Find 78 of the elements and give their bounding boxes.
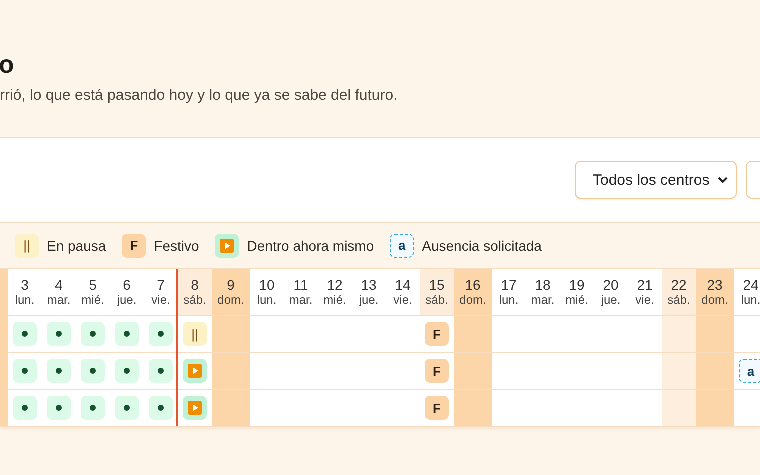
weekday-label: mar.: [531, 293, 555, 307]
day-number: 3: [21, 277, 29, 293]
holiday-badge: F: [425, 359, 449, 383]
dot-icon: [56, 405, 62, 411]
weekday-label: dom.: [218, 293, 244, 307]
dot-icon: [124, 368, 130, 374]
dot-icon: [158, 405, 164, 411]
day-number: 7: [157, 277, 165, 293]
weekday-label: vie.: [636, 293, 654, 307]
weekday-label: mié.: [566, 293, 588, 307]
dot-icon: [90, 331, 96, 337]
day-number: 19: [569, 277, 585, 293]
day-number: 20: [603, 277, 619, 293]
holiday-badge: F: [425, 396, 449, 420]
day-number: 9: [227, 277, 235, 293]
day-number: 16: [465, 277, 481, 293]
pause-badge: ||: [15, 234, 39, 258]
day-number: 11: [294, 277, 308, 293]
dot-icon: [22, 368, 28, 374]
play-icon: [220, 238, 234, 252]
day-number: 13: [361, 277, 377, 293]
absence-badge: a: [390, 234, 414, 258]
dot-icon: [22, 405, 28, 411]
dot-icon: [158, 368, 164, 374]
legend-label: Ausencia solicitada: [422, 238, 542, 254]
day-number: 18: [535, 277, 551, 293]
weekday-label: lun.: [15, 293, 35, 307]
day-number: 24: [743, 277, 759, 293]
pause-badge: ||: [183, 322, 207, 346]
dot-icon: [90, 405, 96, 411]
play-icon: [188, 364, 202, 378]
holiday-badge: F: [425, 322, 449, 346]
weekday-label: dom.: [460, 293, 486, 307]
legend-label: Festivo: [154, 238, 200, 254]
day-number: 14: [395, 277, 411, 293]
day-number: 17: [501, 277, 517, 293]
day-number: 23: [707, 277, 723, 293]
day-number: 6: [123, 277, 131, 293]
legend-label: Dentro ahora mismo: [247, 238, 374, 254]
weekday-label: mar.: [47, 293, 71, 307]
day-number: 10: [259, 277, 275, 293]
holiday-badge: F: [122, 234, 146, 258]
day-number: 22: [671, 277, 687, 293]
legend-label: En pausa: [47, 238, 106, 254]
dot-icon: [158, 331, 164, 337]
weekday-label: jue.: [359, 293, 379, 307]
dot-icon: [56, 331, 62, 337]
weekday-label: jue.: [601, 293, 621, 307]
weekday-label: vie.: [152, 293, 170, 307]
weekday-label: dom.: [702, 293, 728, 307]
dot-icon: [124, 405, 130, 411]
day-number: 15: [429, 277, 445, 293]
day-number: 21: [637, 277, 653, 293]
day-number: 4: [55, 277, 63, 293]
weekday-label: sáb.: [426, 293, 448, 307]
page-subtitle: rrió, lo que está pasando hoy y lo que ya se sabe del futuro.: [0, 86, 399, 106]
page-title: o: [0, 50, 16, 80]
play-icon: [188, 401, 202, 415]
day-number: 5: [89, 277, 97, 293]
absence-badge: a: [739, 359, 760, 383]
weekday-label: jue.: [117, 293, 137, 307]
day-number: 12: [327, 277, 343, 293]
center-select[interactable]: Todos los centros: [575, 161, 737, 199]
weekday-label: lun.: [741, 293, 760, 307]
dot-icon: [56, 368, 62, 374]
weekday-label: lun.: [257, 293, 277, 307]
weekday-label: sáb.: [184, 293, 206, 307]
weekday-label: mié.: [324, 293, 346, 307]
dot-icon: [90, 368, 96, 374]
weekday-label: mié.: [82, 293, 104, 307]
chevron-icon: [718, 176, 728, 184]
dot-icon: [124, 331, 130, 337]
weekday-label: mar.: [289, 293, 313, 307]
dot-icon: [22, 331, 28, 337]
weekday-label: vie.: [394, 293, 412, 307]
day-number: 8: [191, 277, 199, 293]
weekday-label: lun.: [499, 293, 519, 307]
weekday-label: sáb.: [668, 293, 690, 307]
